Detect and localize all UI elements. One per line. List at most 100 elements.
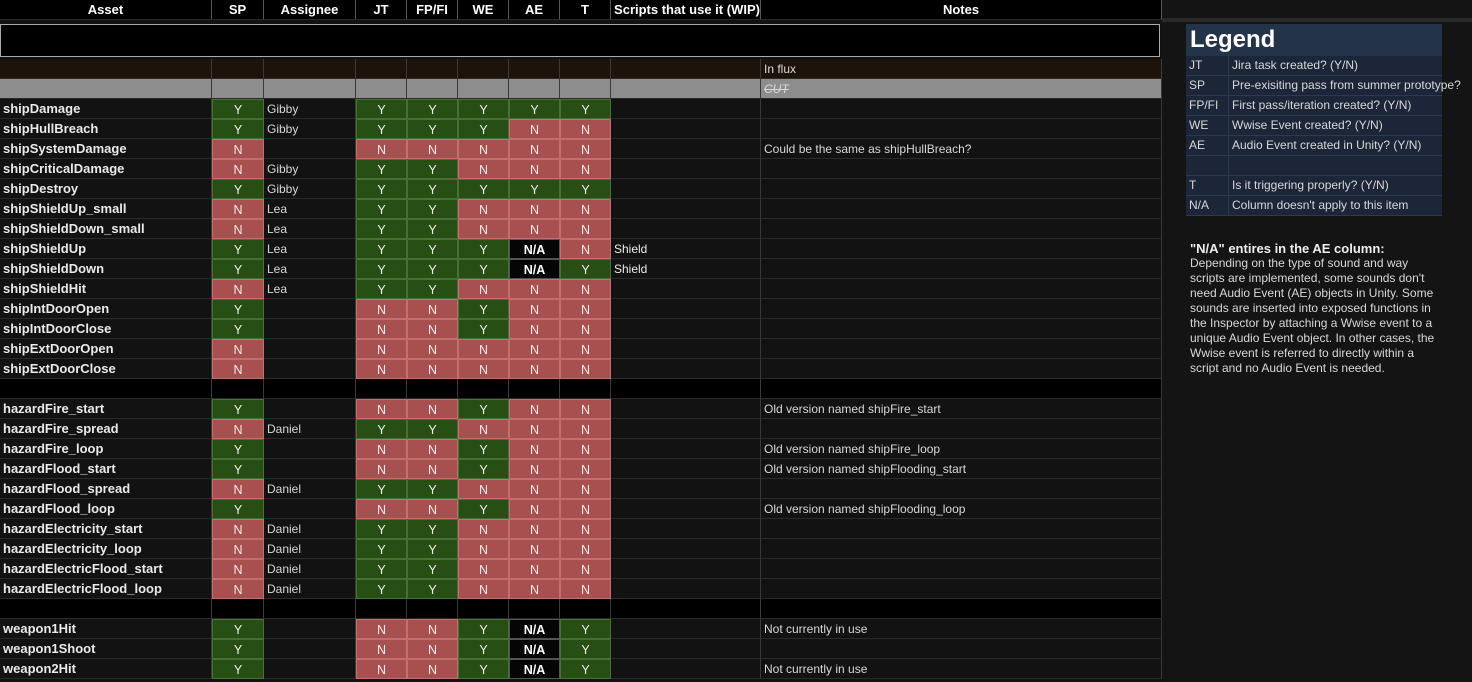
cell-assignee[interactable]: Lea [264, 219, 356, 239]
cell-scripts[interactable] [611, 599, 761, 619]
cell-assignee[interactable] [264, 619, 356, 639]
cell-we[interactable]: Y [458, 399, 509, 419]
cell-we[interactable]: N [458, 219, 509, 239]
cell-notes[interactable] [761, 479, 1162, 499]
cell-asset[interactable]: shipIntDoorClose [0, 319, 212, 339]
cell-scripts[interactable] [611, 519, 761, 539]
status-note-cut[interactable]: CUT [761, 79, 1162, 99]
cell-we[interactable]: N [458, 279, 509, 299]
cell-fp[interactable]: Y [407, 219, 458, 239]
cell-we[interactable]: Y [458, 239, 509, 259]
cell-assignee[interactable] [264, 499, 356, 519]
cell-sp[interactable]: N [212, 539, 264, 559]
cell-sp[interactable]: N [212, 279, 264, 299]
table-row[interactable]: hazardFlood_start Y N N Y N N Old version named… [0, 459, 1162, 479]
cell-sp[interactable]: Y [212, 439, 264, 459]
cell-fp[interactable]: N [407, 319, 458, 339]
cell-asset[interactable]: shipExtDoorOpen [0, 339, 212, 359]
cell-asset[interactable]: shipSystemDamage [0, 139, 212, 159]
cell-sp[interactable]: Y [212, 179, 264, 199]
cell-sp[interactable]: N [212, 519, 264, 539]
cell-assignee[interactable]: Daniel [264, 579, 356, 599]
cell-jt[interactable]: Y [356, 159, 407, 179]
spacer-row[interactable] [0, 379, 1162, 399]
cell-fp[interactable]: N [407, 459, 458, 479]
cell-notes[interactable] [761, 119, 1162, 139]
cell-assignee[interactable]: Daniel [264, 559, 356, 579]
cell-we[interactable]: N [458, 139, 509, 159]
cell-assignee[interactable]: Daniel [264, 479, 356, 499]
cell-ae[interactable]: Y [509, 99, 560, 119]
cell-assignee[interactable] [264, 139, 356, 159]
cell-ae[interactable]: N [509, 339, 560, 359]
table-row[interactable]: shipHullBreach Y Gibby Y Y Y N N [0, 119, 1162, 139]
cell-assignee[interactable] [264, 459, 356, 479]
cell-asset[interactable]: hazardElectricity_loop [0, 539, 212, 559]
table-row[interactable]: weapon1Hit Y N N Y N/A Y Not currently in use [0, 619, 1162, 639]
cell-jt[interactable]: N [356, 339, 407, 359]
cell-ae[interactable] [509, 599, 560, 619]
cell-fp[interactable]: Y [407, 279, 458, 299]
table-row[interactable]: hazardElectricFlood_start N Daniel Y Y N N N [0, 559, 1162, 579]
cell-fp[interactable]: N [407, 439, 458, 459]
cell-t[interactable]: Y [560, 639, 611, 659]
cell-scripts[interactable]: Shield [611, 239, 761, 259]
cell-scripts[interactable] [611, 439, 761, 459]
cell-scripts[interactable] [611, 199, 761, 219]
cell-we[interactable]: Y [458, 299, 509, 319]
cell-sp[interactable]: N [212, 159, 264, 179]
cell-jt[interactable]: Y [356, 279, 407, 299]
cell-t[interactable]: N [560, 579, 611, 599]
cell-fp[interactable]: Y [407, 99, 458, 119]
cell-ae[interactable]: N [509, 419, 560, 439]
cell-fp[interactable]: N [407, 139, 458, 159]
cell-notes[interactable]: Could be the same as shipHullBreach? [761, 139, 1162, 159]
cell-ae[interactable]: N [509, 499, 560, 519]
cell-ae[interactable]: N [509, 559, 560, 579]
cell-fp[interactable]: Y [407, 519, 458, 539]
cell-assignee[interactable]: Gibby [264, 99, 356, 119]
cell-ae[interactable]: N [509, 199, 560, 219]
cell-assignee[interactable] [264, 299, 356, 319]
cell-sp[interactable]: Y [212, 619, 264, 639]
header-assignee[interactable]: Assignee [264, 0, 356, 20]
cell-t[interactable]: N [560, 539, 611, 559]
status-row-cut[interactable]: CUT [0, 79, 1162, 99]
cell-ae[interactable]: N/A [509, 619, 560, 639]
cell-scripts[interactable] [611, 579, 761, 599]
cell-fp[interactable]: Y [407, 559, 458, 579]
cell-t[interactable]: N [560, 559, 611, 579]
table-row[interactable]: shipIntDoorClose Y N N Y N N [0, 319, 1162, 339]
cell-scripts[interactable] [611, 659, 761, 679]
cell-jt[interactable]: Y [356, 259, 407, 279]
cell-we[interactable]: Y [458, 619, 509, 639]
cell-scripts[interactable] [611, 179, 761, 199]
cell-jt[interactable]: Y [356, 419, 407, 439]
cell-t[interactable]: N [560, 199, 611, 219]
cell-jt[interactable]: Y [356, 219, 407, 239]
header-scripts[interactable]: Scripts that use it (WIP) [611, 0, 761, 20]
cell-fp[interactable]: N [407, 659, 458, 679]
cell-scripts[interactable] [611, 619, 761, 639]
cell-jt[interactable]: N [356, 639, 407, 659]
cell-jt[interactable] [356, 599, 407, 619]
cell-jt[interactable]: Y [356, 479, 407, 499]
cell-assignee[interactable]: Gibby [264, 159, 356, 179]
cell-assignee[interactable] [264, 359, 356, 379]
cell-asset[interactable]: shipDestroy [0, 179, 212, 199]
cell-scripts[interactable] [611, 559, 761, 579]
cell-notes[interactable] [761, 239, 1162, 259]
cell-scripts[interactable] [611, 499, 761, 519]
cell-scripts[interactable] [611, 219, 761, 239]
cell-notes[interactable]: Old version named shipFire_start [761, 399, 1162, 419]
cell-t[interactable]: Y [560, 179, 611, 199]
cell-asset[interactable]: hazardFlood_loop [0, 499, 212, 519]
cell-fp[interactable]: N [407, 339, 458, 359]
header-we[interactable]: WE [458, 0, 509, 20]
cell-ae[interactable]: Y [509, 179, 560, 199]
cell-we[interactable]: Y [458, 499, 509, 519]
table-row[interactable]: shipShieldHit N Lea Y Y N N N [0, 279, 1162, 299]
table-row[interactable]: weapon1Shoot Y N N Y N/A Y [0, 639, 1162, 659]
cell-asset[interactable]: shipCriticalDamage [0, 159, 212, 179]
header-sp[interactable]: SP [212, 0, 264, 20]
